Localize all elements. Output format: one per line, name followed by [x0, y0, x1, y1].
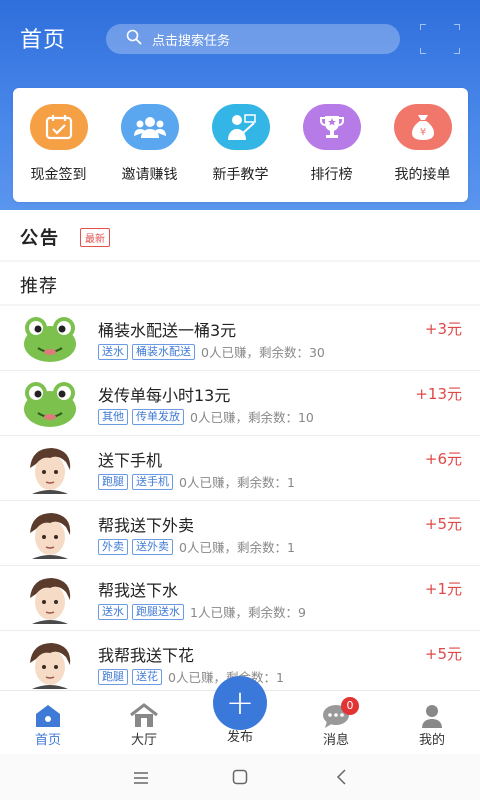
publish-label: 发布 [226, 730, 253, 745]
task-row[interactable]: 发传单每小时13元 其他 传单发放 0人已赚，剩余数：10 +13元 [0, 371, 480, 436]
new-badge: 最新 [80, 228, 110, 247]
task-price: +13元 [415, 385, 462, 403]
hall-icon [129, 703, 159, 729]
task-list: 桶装水配送一桶3元 送水 桶装水配送 0人已赚，剩余数：30 +3元 发传单每小时13元其… [0, 306, 480, 696]
message-count-badge: 0 [341, 697, 359, 715]
tab-label: 消息 [322, 733, 349, 748]
calendar-check-icon [29, 104, 88, 150]
task-price: +5元 [424, 515, 462, 533]
task-title: 帮我送下水 [98, 581, 179, 600]
task-row[interactable]: 桶装水配送一桶3元 送水 桶装水配送 0人已赚，剩余数：30 +3元 [0, 306, 480, 371]
back-icon[interactable] [335, 769, 347, 789]
quick-menu: 现金签到 邀请赚钱 新手教学 排行榜 ¥ 我的接单 [13, 88, 468, 202]
recommend-header: 推荐 [0, 262, 480, 304]
boy-avatar [22, 509, 78, 559]
task-title: 桶装水配送一桶3元 [98, 321, 237, 340]
task-tag: 跑腿 [98, 668, 128, 685]
plus-icon: + [225, 683, 255, 723]
money-bag-icon: ¥ [393, 104, 452, 150]
menu-item-tutorial[interactable]: 新手教学 [195, 104, 286, 202]
page-title: 首页 [20, 28, 67, 53]
task-row[interactable]: 送下手机跑腿 送手机 0人已赚，剩余数：1 +6元 [0, 436, 480, 501]
task-tag: 送水 [98, 603, 128, 620]
task-tag: 送水 [98, 343, 128, 360]
notice-title: 公告 [20, 228, 60, 249]
tab-hall[interactable]: 大厅 [96, 691, 192, 755]
task-tags: 外卖 送外卖 0人已赚，剩余数：1 [98, 537, 295, 556]
menu-label: 新手教学 [212, 167, 269, 183]
task-tag: 送花 [132, 668, 162, 685]
menu-item-invite[interactable]: 邀请赚钱 [104, 104, 195, 202]
tab-messages[interactable]: 消息 [288, 691, 384, 755]
task-tags: 送水 跑腿送水 1人已赚，剩余数：9 [98, 602, 306, 621]
boy-avatar [22, 574, 78, 624]
task-tag: 跑腿 [98, 473, 128, 490]
menu-icon[interactable] [133, 770, 149, 789]
task-title: 发传单每小时13元 [98, 386, 231, 405]
task-title: 帮我送下外卖 [98, 516, 195, 535]
task-tags: 其他 传单发放 0人已赚，剩余数：10 [98, 407, 314, 426]
task-meta: 0人已赚，剩余数：1 [179, 475, 295, 490]
frog-avatar [22, 314, 78, 364]
recommend-title: 推荐 [20, 276, 58, 297]
tab-label: 首页 [34, 733, 61, 748]
home-icon [33, 703, 63, 729]
notice-bar[interactable]: 公告 最新 [0, 210, 480, 260]
boy-avatar [22, 444, 78, 494]
tab-mine[interactable]: 我的 [384, 691, 480, 755]
search-icon [126, 29, 142, 49]
home-square-icon[interactable] [232, 769, 248, 789]
task-tag: 传单发放 [132, 408, 184, 425]
task-meta: 0人已赚，剩余数：10 [190, 410, 314, 425]
menu-item-my-orders[interactable]: ¥ 我的接单 [377, 104, 468, 202]
publish-button[interactable]: + [213, 676, 267, 730]
task-meta: 1人已赚，剩余数：9 [190, 605, 306, 620]
tab-label: 大厅 [130, 733, 157, 748]
menu-item-checkin[interactable]: 现金签到 [13, 104, 104, 202]
task-meta: 0人已赚，剩余数：30 [201, 345, 325, 360]
boy-avatar [22, 639, 78, 689]
menu-label: 现金签到 [30, 167, 87, 183]
task-title: 送下手机 [98, 451, 163, 470]
task-meta: 0人已赚，剩余数：1 [179, 540, 295, 555]
menu-label: 我的接单 [394, 167, 451, 183]
task-row[interactable]: 帮我送下水送水 跑腿送水 1人已赚，剩余数：9 +1元 [0, 566, 480, 631]
task-tag: 其他 [98, 408, 128, 425]
task-tag: 外卖 [98, 538, 128, 555]
task-tag: 桶装水配送 [132, 343, 195, 360]
system-nav-bar [0, 754, 480, 800]
user-icon [417, 703, 447, 729]
task-title: 我帮我送下花 [98, 646, 195, 665]
task-tags: 送水 桶装水配送 0人已赚，剩余数：30 [98, 342, 325, 361]
tab-home[interactable]: 首页 [0, 691, 96, 755]
task-tag: 送手机 [132, 473, 173, 490]
teacher-icon [211, 104, 270, 150]
menu-label: 排行榜 [310, 167, 353, 183]
tab-label: 我的 [418, 733, 445, 748]
users-icon [120, 104, 179, 150]
search-placeholder: 点击搜索任务 [152, 33, 231, 49]
task-row[interactable]: 帮我送下外卖 外卖 送外卖 0人已赚，剩余数：1 +5元 [0, 501, 480, 566]
task-price: +1元 [424, 580, 462, 598]
task-price: +5元 [424, 645, 462, 663]
menu-item-ranking[interactable]: 排行榜 [286, 104, 377, 202]
search-bar[interactable]: 点击搜索任务 [106, 24, 400, 54]
task-price: +3元 [424, 320, 462, 338]
task-tag: 跑腿送水 [132, 603, 184, 620]
menu-label: 邀请赚钱 [121, 167, 178, 183]
scan-icon[interactable] [420, 24, 460, 54]
task-tag: 送外卖 [132, 538, 173, 555]
svg-text:¥: ¥ [419, 127, 425, 138]
task-tags: 跑腿 送手机 0人已赚，剩余数：1 [98, 472, 295, 491]
trophy-icon [302, 104, 361, 150]
frog-avatar [22, 379, 78, 429]
task-price: +6元 [424, 450, 462, 468]
